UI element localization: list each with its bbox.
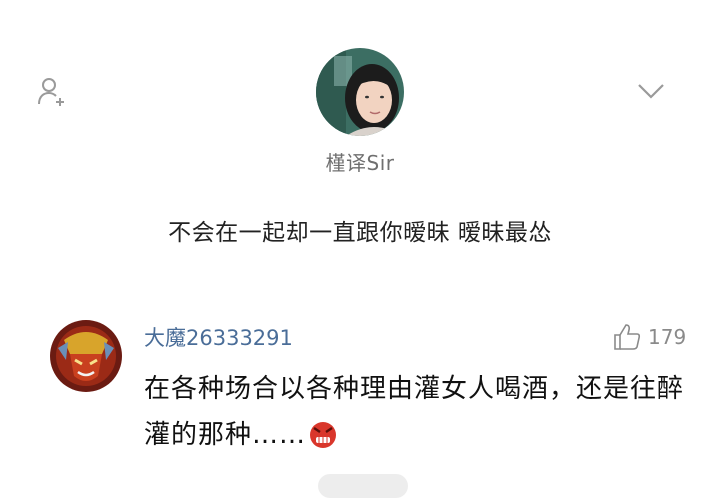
profile-bio: 不会在一起却一直跟你暧昧 暧昧最怂 <box>168 220 552 246</box>
comment-avatar[interactable] <box>50 320 122 392</box>
comment-text: 在各种场合以各种理由灌女人喝酒，还是往醉灌的那种…… <box>144 366 704 458</box>
profile-name[interactable]: 槿译Sir <box>0 147 720 176</box>
comment-author[interactable]: 大魔26333291 <box>144 322 293 352</box>
reply-pill[interactable] <box>318 474 408 498</box>
comment-body: 在各种场合以各种理由灌女人喝酒，还是往醉灌的那种…… <box>144 374 685 450</box>
follow-button[interactable] <box>34 73 70 109</box>
thumbs-up-icon <box>614 324 641 350</box>
like-count: 179 <box>648 325 687 349</box>
angry-face-emoji-icon <box>310 422 337 448</box>
profile-avatar[interactable] <box>316 48 404 136</box>
add-user-icon <box>38 78 64 106</box>
like-button[interactable]: 179 <box>612 320 686 354</box>
more-button[interactable] <box>633 78 669 104</box>
chevron-down-icon <box>638 84 664 99</box>
